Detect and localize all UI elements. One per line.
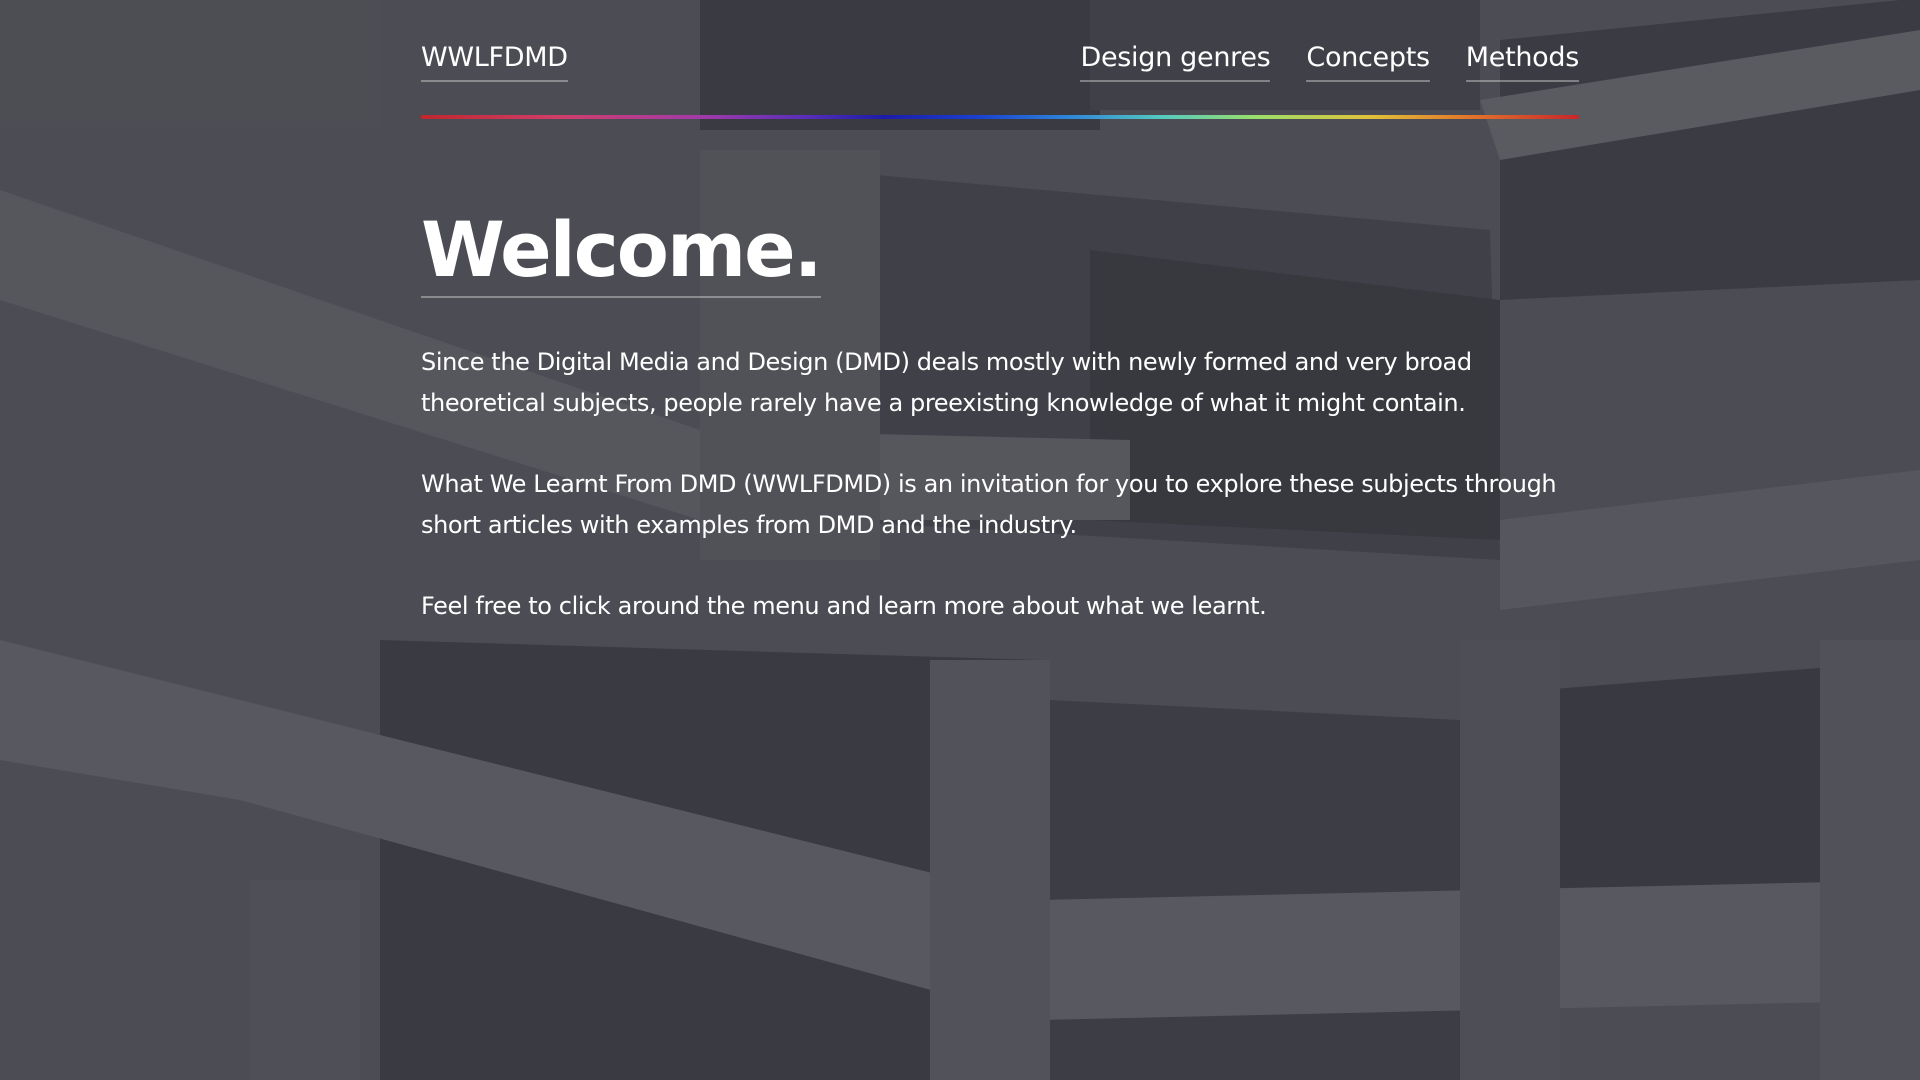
intro-paragraph-1: Since the Digital Media and Design (DMD)…: [421, 348, 1472, 417]
nav-item-concepts[interactable]: Concepts: [1306, 40, 1430, 82]
intro-paragraph-3: Feel free to click around the menu and l…: [421, 592, 1267, 620]
main-nav: Design genres Concepts Methods: [1080, 40, 1579, 82]
site-header: WWLFDMD Design genres Concepts Methods: [421, 0, 1579, 119]
page: WWLFDMD Design genres Concepts Methods W…: [0, 0, 1920, 1080]
nav-item-design-genres[interactable]: Design genres: [1080, 40, 1271, 82]
main-content: WWLFDMD Design genres Concepts Methods W…: [421, 0, 1579, 667]
page-title: Welcome.: [421, 204, 823, 298]
rainbow-divider: [421, 115, 1579, 119]
intro-paragraph-2: What We Learnt From DMD (WWLFDMD) is an …: [421, 470, 1557, 539]
intro-text: Since the Digital Media and Design (DMD)…: [421, 342, 1579, 627]
brand-link[interactable]: WWLFDMD: [421, 40, 568, 82]
nav-item-methods[interactable]: Methods: [1465, 40, 1579, 82]
